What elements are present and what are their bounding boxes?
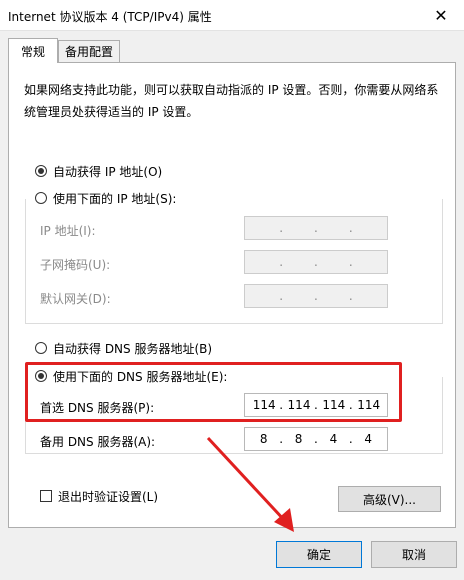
tab-general[interactable]: 常规 (8, 38, 58, 63)
arrow-shaft (206, 436, 288, 524)
annotation-arrow (206, 436, 294, 532)
